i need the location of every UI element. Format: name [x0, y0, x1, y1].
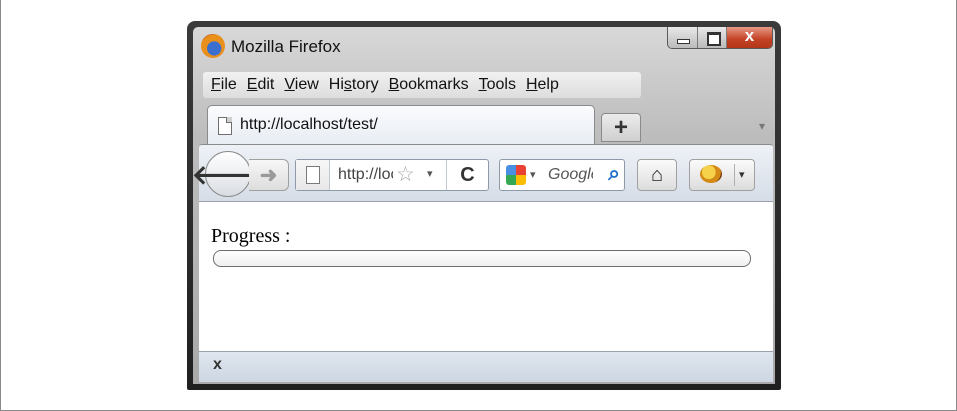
maximize-button[interactable]: [697, 27, 726, 48]
firefox-window: Mozilla Firefox File Edit View History B…: [187, 21, 781, 390]
reload-icon: C: [460, 164, 475, 186]
menu-label: iew: [294, 76, 319, 93]
new-tab-button[interactable]: +: [601, 113, 641, 142]
menu-file[interactable]: File: [207, 76, 243, 94]
url-input[interactable]: http://localhost/test/: [338, 166, 393, 184]
menu-label-prefix: Hi: [328, 76, 344, 93]
addon-button[interactable]: ▾: [689, 159, 755, 191]
back-button[interactable]: 🡐: [192, 151, 264, 197]
menu-mnemonic: F: [211, 76, 221, 93]
menu-mnemonic: H: [525, 76, 538, 93]
firefox-logo-icon: [201, 34, 225, 58]
menu-bar: File Edit View History Bookmarks Tools H…: [203, 72, 641, 98]
home-icon: ⌂: [650, 164, 664, 186]
menu-mnemonic: B: [388, 76, 400, 93]
progress-bar: [213, 250, 751, 267]
menu-view[interactable]: View: [280, 76, 324, 94]
navigation-toolbar: 🡐 ➜ http://localhost/test/ ☆ ▾ C ▾ Googl…: [192, 144, 773, 201]
ladybug-icon: [700, 165, 722, 183]
menu-mnemonic: T: [478, 76, 487, 93]
menu-label: tory: [351, 76, 379, 93]
close-window-button[interactable]: [726, 27, 772, 48]
status-bar: x: [199, 351, 773, 382]
addon-separator: [734, 164, 735, 186]
search-magnifier-icon[interactable]: ⌕: [608, 162, 620, 186]
menu-mnemonic: E: [246, 76, 258, 93]
tab-localhost-test[interactable]: http://localhost/test/: [207, 105, 595, 145]
page-icon: [218, 117, 232, 135]
menu-label: ile: [220, 76, 237, 93]
search-engine-dropdown-icon[interactable]: ▾: [530, 168, 536, 181]
tab-list-dropdown-icon[interactable]: ▾: [759, 119, 765, 133]
addon-dropdown-icon[interactable]: ▾: [739, 168, 745, 181]
url-bar[interactable]: http://localhost/test/ ☆ ▾ C: [295, 159, 489, 191]
search-bar[interactable]: ▾ Google ⌕: [499, 159, 625, 191]
page-content: Progress :: [199, 201, 773, 353]
window-title: Mozilla Firefox: [231, 37, 341, 56]
forward-button[interactable]: ➜: [249, 159, 289, 191]
bookmark-star-icon[interactable]: ☆: [396, 162, 415, 187]
progress-label: Progress :: [211, 225, 291, 247]
close-status-button[interactable]: x: [213, 356, 222, 374]
google-icon[interactable]: [506, 165, 526, 185]
reload-button[interactable]: C: [446, 160, 488, 190]
url-history-dropdown-icon[interactable]: ▾: [427, 167, 433, 180]
menu-mnemonic: s: [343, 76, 352, 93]
menu-help[interactable]: Help: [522, 76, 565, 94]
page-icon: [306, 166, 320, 184]
menu-label: ookmarks: [399, 76, 469, 93]
forward-arrow-icon: ➜: [259, 163, 278, 187]
menu-edit[interactable]: Edit: [243, 76, 281, 94]
site-identity-button[interactable]: [296, 160, 330, 190]
menu-label: dit: [257, 76, 275, 93]
home-button[interactable]: ⌂: [637, 159, 677, 191]
menu-tools[interactable]: Tools: [475, 76, 522, 94]
menu-mnemonic: V: [284, 76, 295, 93]
window-controls: [667, 27, 773, 49]
search-input[interactable]: Google: [548, 166, 593, 184]
menu-bookmarks[interactable]: Bookmarks: [385, 76, 475, 94]
menu-label: elp: [537, 76, 559, 93]
minimize-button[interactable]: [668, 27, 697, 48]
tab-title: http://localhost/test/: [240, 116, 378, 133]
menu-label: ools: [486, 76, 516, 93]
window-chrome: Mozilla Firefox File Edit View History B…: [192, 27, 775, 384]
menu-history[interactable]: History: [325, 76, 385, 94]
